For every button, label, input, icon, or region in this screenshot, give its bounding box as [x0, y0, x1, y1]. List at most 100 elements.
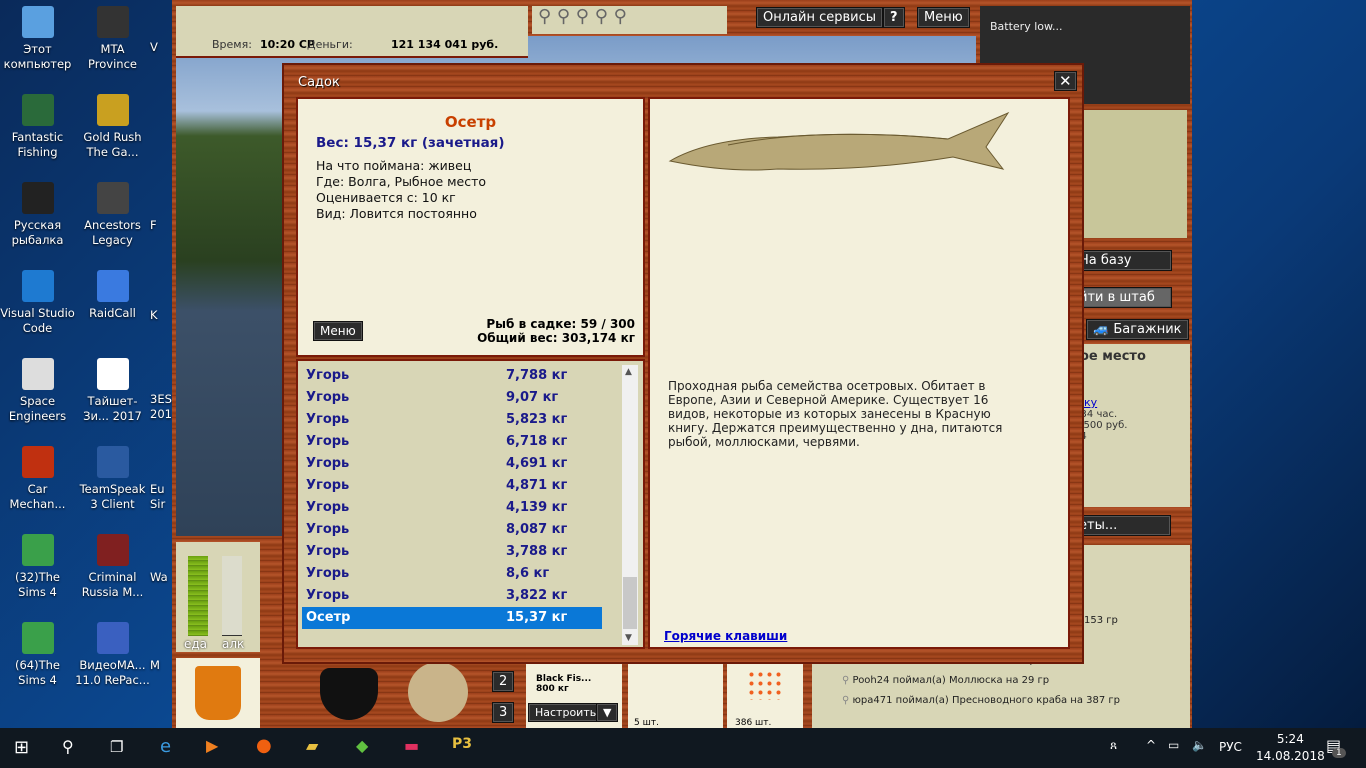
app-icon — [96, 534, 129, 566]
scroll-down-icon[interactable]: ▼ — [625, 633, 632, 643]
desktop-icon[interactable]: Criminal Russia M... — [75, 534, 150, 600]
desktop-icon[interactable]: (32)The Sims 4 — [0, 534, 75, 600]
dialog-menu-button[interactable]: Меню — [313, 321, 363, 341]
bag-icon[interactable] — [397, 651, 479, 733]
edge-icon[interactable]: e — [160, 736, 171, 757]
media-player-icon[interactable]: ▶ — [206, 736, 218, 755]
fish-list-row[interactable]: Угорь 4,139 кг — [302, 497, 602, 519]
close-button[interactable]: ✕ — [1054, 71, 1077, 91]
people-icon[interactable]: ጸ — [1110, 738, 1117, 753]
bluestacks-icon[interactable]: ◆ — [356, 736, 368, 755]
desktop-icon-label: Ancestors Legacy — [84, 218, 141, 247]
fish-list-row[interactable]: Угорь 8,087 кг — [302, 519, 602, 541]
fish-row-name: Угорь — [306, 434, 350, 449]
desktop-icon[interactable]: Ancestors Legacy — [75, 182, 150, 248]
hooks-slot[interactable]: 5 шт. — [628, 662, 723, 728]
place-link[interactable]: ку — [1084, 396, 1190, 409]
fish-list-row[interactable]: Угорь 7,788 кг — [302, 365, 602, 387]
fish-info-panel: Осетр Вес: 15,37 кг (зачетная) На что по… — [298, 99, 643, 355]
desktop-icon[interactable]: Fantastic Fishing — [0, 94, 75, 160]
desktop-icon[interactable]: ВидеоМА... 11.0 RePac... — [75, 622, 150, 688]
desktop-icon-label: Тайшет-Зи... 2017 — [83, 394, 142, 423]
desktop-icon[interactable]: Gold Rush The Ga... — [75, 94, 150, 160]
fish-description: Проходная рыба семейства осетровых. Обит… — [668, 379, 1003, 449]
start-button[interactable]: ⊞ — [14, 737, 29, 758]
russian-fishing-taskbar-icon[interactable]: P3 — [452, 736, 472, 752]
detail-location: Где: Волга, Рыбное место — [316, 174, 487, 189]
clock[interactable]: 5:24 14.08.2018 — [1256, 731, 1325, 765]
desktop-icon[interactable]: Space Engineers — [0, 358, 75, 424]
to-hq-button[interactable]: йти в штаб — [1072, 287, 1172, 308]
desktop-icon[interactable]: TeamSpeak 3 Client — [75, 446, 150, 512]
menu-button[interactable]: Меню — [917, 7, 970, 28]
fish-list-row[interactable]: Угорь 6,718 кг — [302, 431, 602, 453]
desktop-icon-partial[interactable]: M — [150, 658, 174, 673]
desktop-icon[interactable]: RaidCall — [75, 270, 150, 321]
search-icon[interactable]: ⚲ — [62, 737, 74, 756]
desktop-icon-partial[interactable]: F — [150, 218, 174, 233]
network-icon[interactable]: ▭ — [1168, 738, 1179, 752]
desktop-icon[interactable]: Русская рыбалка — [0, 182, 75, 248]
place-line: 9 500 руб. — [1074, 420, 1128, 431]
alcohol-bar — [222, 556, 242, 636]
desktop-icon-label: TeamSpeak 3 Client — [79, 482, 146, 511]
forza-icon[interactable]: ▬ — [404, 736, 419, 755]
desktop-icon-label: Space Engineers — [8, 394, 67, 423]
desktop-icon[interactable]: Car Mechan... — [0, 446, 75, 512]
fish-list-row[interactable]: Угорь 4,871 кг — [302, 475, 602, 497]
desktop-icon-label: (32)The Sims 4 — [15, 570, 60, 599]
food-label: еда — [184, 637, 208, 651]
fish-list-row[interactable]: Угорь 3,788 кг — [302, 541, 602, 563]
bait-slot[interactable]: 386 шт. — [727, 662, 803, 728]
fish-row-weight: 3,788 кг — [506, 544, 568, 559]
float-icon: ⚲ — [842, 675, 853, 686]
scrollbar[interactable]: ▲ ▼ — [622, 365, 638, 645]
fish-list-row[interactable]: Угорь 9,07 кг — [302, 387, 602, 409]
fish-row-name: Угорь — [306, 544, 350, 559]
trunk-label: Багажник — [1113, 322, 1182, 337]
online-services-button[interactable]: Онлайн сервисы — [756, 7, 884, 28]
slot-2-button[interactable]: 2 — [492, 671, 515, 692]
desktop-icon[interactable]: MTA Province — [75, 6, 150, 72]
feed-item: ⚲ Pooh24 поймал(а) Моллюска на 29 гр — [842, 675, 1050, 686]
desktop-icon-partial[interactable]: V — [150, 40, 174, 55]
trunk-button[interactable]: 🚙 Багажник — [1086, 319, 1189, 340]
chevron-up-icon[interactable]: ^ — [1146, 738, 1156, 752]
file-explorer-icon[interactable]: ▰ — [306, 736, 318, 755]
desktop-icon-label: Criminal Russia M... — [81, 570, 144, 599]
keepnet-bucket[interactable] — [176, 658, 260, 728]
fish-list[interactable]: Угорь 7,788 кг Угорь 9,07 кг Угорь 5,823 кг Уг… — [298, 361, 643, 647]
firefox-icon[interactable]: ● — [256, 735, 272, 756]
desktop-icon-partial[interactable]: Eu Sir — [150, 482, 174, 512]
desktop-icon-label: (64)The Sims 4 — [15, 658, 60, 687]
map[interactable] — [1072, 110, 1187, 238]
lure-icon[interactable]: ⚲ ⚲ ⚲ ⚲ ⚲ — [538, 6, 627, 27]
desktop-icon[interactable]: Тайшет-Зи... 2017 — [75, 358, 150, 424]
to-base-button[interactable]: На базу — [1072, 250, 1172, 271]
desktop-icon[interactable]: (64)The Sims 4 — [0, 622, 75, 688]
help-button[interactable]: ? — [883, 7, 905, 28]
dropdown-button[interactable]: ▼ — [596, 703, 619, 722]
task-view-icon[interactable]: ❐ — [110, 738, 123, 756]
hotkeys-link[interactable]: Горячие клавиши — [664, 629, 787, 643]
fish-list-row[interactable]: Угорь 8,6 кг — [302, 563, 602, 585]
scroll-up-icon[interactable]: ▲ — [625, 367, 632, 377]
desktop-icon-partial[interactable]: K — [150, 308, 174, 323]
configure-button[interactable]: Настроить — [528, 703, 604, 722]
slot-3-button[interactable]: 3 — [492, 702, 515, 723]
more-button[interactable]: еты... — [1072, 515, 1171, 536]
fish-list-row[interactable]: Угорь 5,823 кг — [302, 409, 602, 431]
scrollbar-thumb[interactable] — [623, 577, 637, 629]
pot-icon[interactable] — [320, 668, 378, 720]
volume-icon[interactable]: 🔈 — [1192, 738, 1207, 752]
app-icon — [21, 6, 54, 38]
desktop-icon[interactable]: Этот компьютер — [0, 6, 75, 72]
language-indicator[interactable]: РУС — [1219, 740, 1242, 754]
fish-list-row[interactable]: Осетр 15,37 кг — [302, 607, 602, 629]
desktop-icon[interactable]: Visual Studio Code — [0, 270, 75, 336]
fish-weight: Вес: 15,37 кг (зачетная) — [316, 135, 505, 151]
fish-list-row[interactable]: Угорь 3,822 кг — [302, 585, 602, 607]
desktop-icon-partial[interactable]: Wa — [150, 570, 174, 585]
fish-list-row[interactable]: Угорь 4,691 кг — [302, 453, 602, 475]
desktop-icon-partial[interactable]: 3ES 201 — [150, 392, 174, 422]
